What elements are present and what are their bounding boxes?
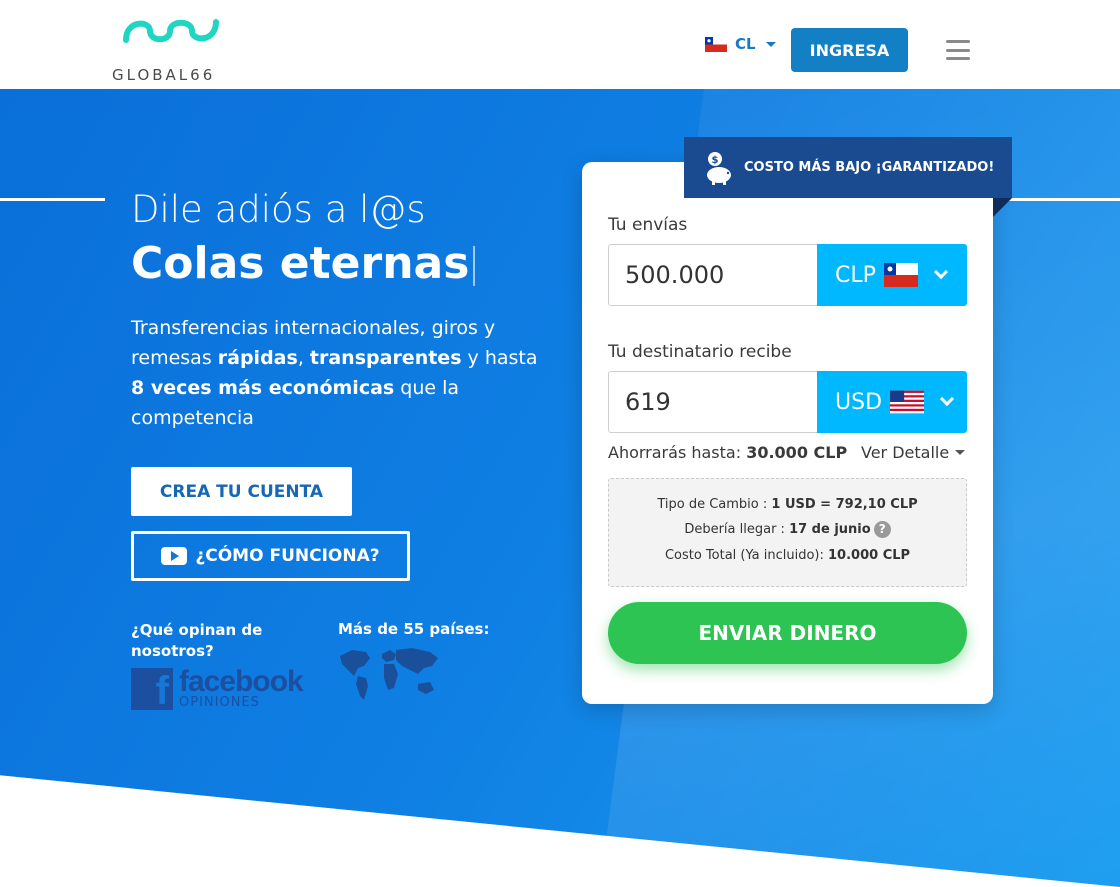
hero-headline-line1: Dile adiós a l@s xyxy=(131,188,426,231)
facebook-icon: f xyxy=(131,668,173,713)
savings-text: Ahorrarás hasta: 30.000 CLP xyxy=(608,443,847,462)
menu-icon[interactable] xyxy=(946,40,970,60)
savings-prefix: Ahorrarás hasta: xyxy=(608,443,747,462)
facebook-f: f xyxy=(155,669,169,713)
facebook-opinions-label: OPINIONES xyxy=(179,695,260,710)
chile-flag-icon xyxy=(705,36,727,52)
piggy-bank-icon: $ xyxy=(707,151,731,185)
caret-down-icon xyxy=(955,450,966,455)
opinion-title: ¿Qué opinan de nosotros? xyxy=(131,621,263,660)
usa-flag-icon xyxy=(890,390,925,414)
total-cost-value: 10.000 CLP xyxy=(828,548,911,563)
desc-text: y hasta xyxy=(461,347,538,369)
desc-bold: transparentes xyxy=(309,347,462,369)
desc-bold: rápidas xyxy=(217,347,298,369)
total-cost-row: Costo Total (Ya incluido): 10.000 CLP xyxy=(609,548,966,563)
how-it-works-label: ¿CÓMO FUNCIONA? xyxy=(195,546,380,566)
desc-bold: 8 veces más económicas xyxy=(131,377,395,399)
arrival-date-row: Debería llegar : 17 de junio? xyxy=(609,521,966,538)
badge-fold xyxy=(993,198,1012,217)
countries-title: Más de 55 países: xyxy=(338,620,490,638)
send-amount-input[interactable] xyxy=(608,244,818,306)
login-button[interactable]: INGRESA xyxy=(791,28,908,72)
badge-text-normal: COSTO MÁS BAJO xyxy=(744,160,876,175)
facebook-wordmark: facebook xyxy=(179,665,304,698)
decorative-line-left xyxy=(0,198,105,201)
guarantee-badge: $ COSTO MÁS BAJO ¡GARANTIZADO! xyxy=(684,137,1012,198)
view-details-toggle[interactable]: Ver Detalle xyxy=(861,443,966,462)
create-account-button[interactable]: CREA TU CUENTA xyxy=(131,467,352,516)
youtube-play-icon xyxy=(161,547,188,565)
decorative-line-right xyxy=(993,198,1120,201)
total-cost-prefix: Costo Total (Ya incluido): xyxy=(664,548,828,563)
world-map-icon xyxy=(340,648,438,700)
exchange-rate-prefix: Tipo de Cambio : xyxy=(657,497,772,512)
country-code: CL xyxy=(735,35,756,53)
savings-value: 30.000 CLP xyxy=(746,443,848,462)
arrival-prefix: Debería llegar : xyxy=(684,522,790,537)
typing-cursor xyxy=(473,246,476,286)
help-icon[interactable]: ? xyxy=(873,521,891,538)
chile-flag-icon xyxy=(883,263,918,287)
receive-currency-select[interactable]: USD xyxy=(817,371,967,433)
caret-down-icon xyxy=(765,41,776,47)
svg-text:$: $ xyxy=(712,155,719,166)
exchange-rate-row: Tipo de Cambio : 1 USD = 792,10 CLP xyxy=(609,497,966,512)
send-currency-code: CLP xyxy=(835,262,876,288)
receive-amount-input[interactable] xyxy=(608,371,818,433)
badge-text: COSTO MÁS BAJO ¡GARANTIZADO! xyxy=(744,160,994,175)
receive-currency-code: USD xyxy=(835,389,883,415)
send-money-button[interactable]: ENVIAR DINERO xyxy=(608,602,967,664)
chevron-down-icon xyxy=(939,391,955,407)
receive-label: Tu destinatario recibe xyxy=(608,342,792,362)
arrival-value: 17 de junio xyxy=(789,522,871,537)
facebook-opinions-link[interactable]: f facebook OPINIONES xyxy=(131,665,304,713)
facebook-text: facebook OPINIONES xyxy=(179,665,304,710)
send-label: Tu envías xyxy=(608,215,688,235)
chevron-down-icon xyxy=(933,264,948,280)
exchange-rate-value: 1 USD = 792,10 CLP xyxy=(771,497,918,512)
hero-headline-line2: Colas eternas xyxy=(131,238,476,289)
site-header: GLOBAL66 CL INGRESA xyxy=(0,0,1120,89)
logo-text: GLOBAL66 xyxy=(112,66,216,84)
view-details-label: Ver Detalle xyxy=(861,443,950,462)
hero-headline-text: Colas eternas xyxy=(131,238,470,289)
global66-logo[interactable]: GLOBAL66 xyxy=(112,18,232,84)
country-selector[interactable]: CL xyxy=(705,35,776,53)
hero-description: Transferencias internacionales, giros y … xyxy=(131,313,551,433)
transfer-details-box: Tipo de Cambio : 1 USD = 792,10 CLP Debe… xyxy=(608,478,967,587)
logo-wave-icon xyxy=(123,19,219,43)
desc-text: , xyxy=(297,347,310,369)
badge-text-bold: ¡GARANTIZADO! xyxy=(875,160,995,175)
send-currency-select[interactable]: CLP xyxy=(817,244,967,306)
how-it-works-button[interactable]: ¿CÓMO FUNCIONA? xyxy=(131,531,410,581)
